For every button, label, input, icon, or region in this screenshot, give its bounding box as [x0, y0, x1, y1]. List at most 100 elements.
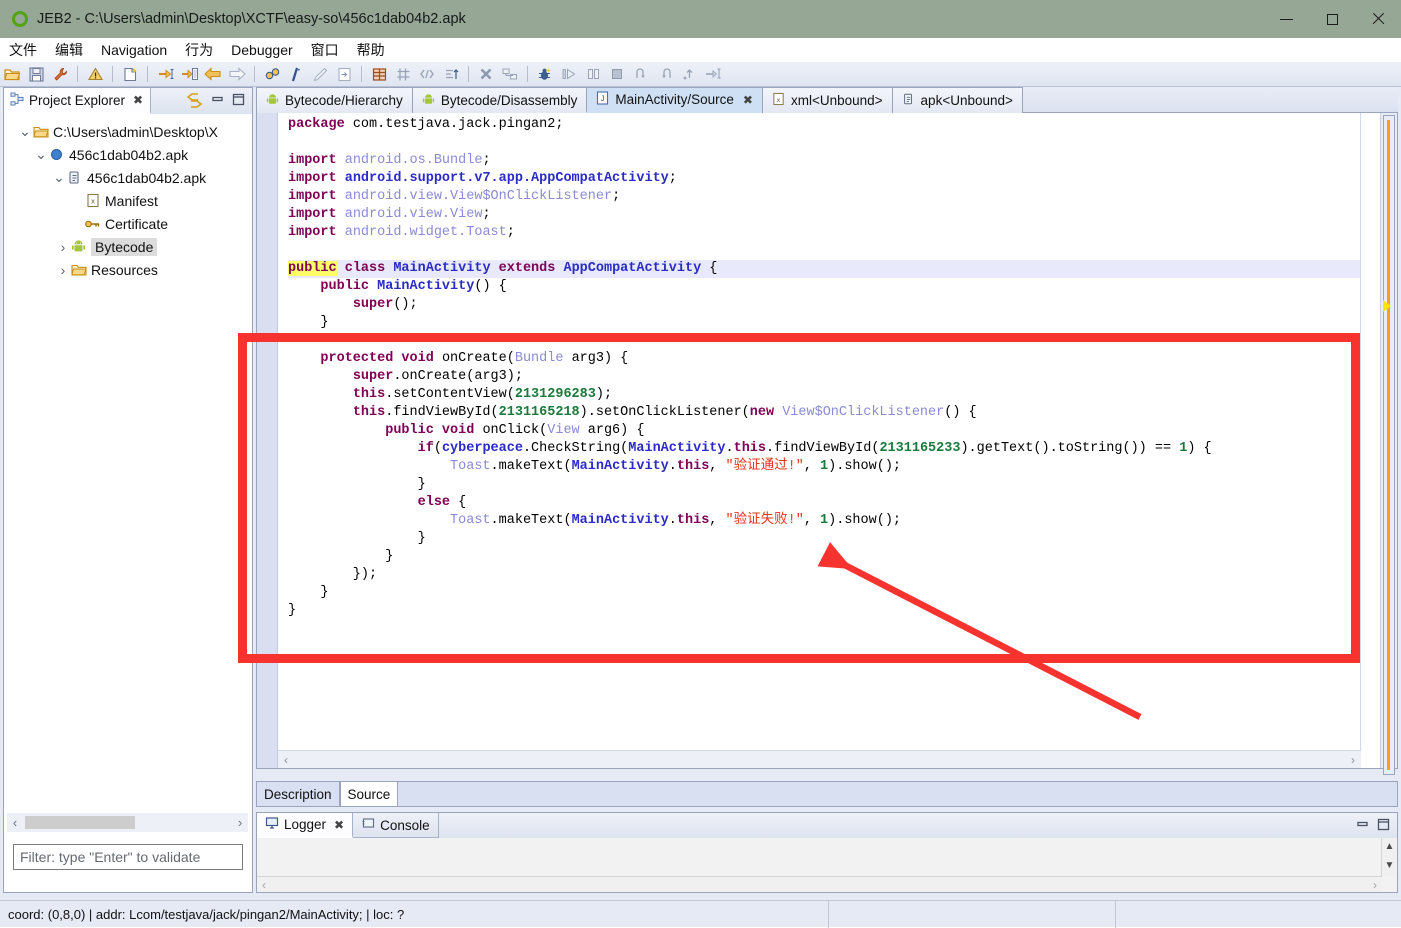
tab-description[interactable]: Description: [257, 782, 340, 806]
scroll-left-icon[interactable]: ‹: [262, 878, 266, 892]
warning-icon[interactable]: [84, 64, 106, 85]
filter-placeholder-text: Filter: type "Enter" to validate: [20, 849, 200, 865]
menu-action[interactable]: 行为: [176, 38, 222, 62]
maximize-icon[interactable]: [1377, 818, 1390, 834]
tree-node-manifest[interactable]: x Manifest: [4, 189, 252, 212]
forward-arrow-icon[interactable]: [226, 64, 248, 85]
close-icon[interactable]: ✖: [334, 818, 344, 832]
gears-icon[interactable]: [261, 64, 283, 85]
step-into-icon[interactable]: [154, 64, 176, 85]
tab-logger[interactable]: Logger ✖: [257, 813, 353, 838]
new-document-icon[interactable]: [119, 64, 141, 85]
code-token: );: [596, 387, 612, 402]
tab-bytecode-hierarchy[interactable]: Bytecode/Hierarchy: [256, 87, 413, 113]
editor-vertical-scrollbar[interactable]: [1380, 113, 1397, 768]
code-token: else: [418, 495, 450, 510]
maximize-button[interactable]: [1309, 0, 1355, 38]
logger-content[interactable]: ▲ ▼ ‹ ›: [257, 838, 1397, 892]
maximize-icon[interactable]: [232, 93, 245, 109]
menu-debugger[interactable]: Debugger: [222, 40, 302, 60]
step-out-icon[interactable]: [678, 64, 700, 85]
logger-horizontal-scrollbar[interactable]: ‹ ›: [257, 876, 1382, 892]
tab-project-explorer[interactable]: Project Explorer ✖: [4, 88, 151, 114]
code-token: () {: [474, 279, 506, 294]
minimize-icon[interactable]: [211, 93, 224, 109]
code-token: ();: [393, 297, 417, 312]
tab-bytecode-disassembly[interactable]: Bytecode/Disassembly: [412, 87, 588, 113]
scroll-right-icon[interactable]: ›: [232, 815, 248, 830]
close-icon[interactable]: ✖: [133, 93, 143, 107]
open-folder-icon[interactable]: [1, 64, 23, 85]
toolbar-separator: [112, 66, 113, 82]
step-over-icon[interactable]: [178, 64, 200, 85]
step-return-icon[interactable]: [630, 64, 652, 85]
scroll-left-icon[interactable]: ‹: [284, 753, 288, 767]
scroll-down-icon[interactable]: ▼: [1385, 860, 1395, 871]
tab-mainactivity-source[interactable]: J MainActivity/Source ✖: [586, 87, 763, 113]
step-back-icon[interactable]: [654, 64, 676, 85]
tree-node-bytecode[interactable]: › Bytecode: [4, 235, 252, 258]
menu-help[interactable]: 帮助: [348, 38, 394, 62]
terminate-icon[interactable]: [606, 64, 628, 85]
tab-xml-unbound[interactable]: x xml<Unbound>: [762, 87, 893, 113]
tab-source[interactable]: Source: [340, 782, 399, 806]
tree-node-apk-project[interactable]: ⌄ 456c1dab04b2.apk: [4, 143, 252, 166]
project-explorer-hscrollbar[interactable]: ‹ ›: [7, 813, 248, 832]
comment-icon[interactable]: [285, 64, 307, 85]
code-token: android.view.View$OnClickListener: [345, 189, 612, 204]
debug-bug-icon[interactable]: [534, 64, 556, 85]
editor-gutter[interactable]: [257, 113, 278, 768]
tree-node-certificate[interactable]: Certificate: [4, 212, 252, 235]
scroll-right-icon[interactable]: ›: [1351, 753, 1355, 767]
resume-icon[interactable]: [558, 64, 580, 85]
minimize-button[interactable]: [1263, 0, 1309, 38]
wrench-icon[interactable]: [49, 64, 71, 85]
filter-input[interactable]: Filter: type "Enter" to validate: [13, 844, 243, 870]
back-arrow-icon[interactable]: [202, 64, 224, 85]
table-icon[interactable]: [368, 64, 390, 85]
vscroll-thumb[interactable]: [1383, 115, 1395, 775]
scroll-left-icon[interactable]: ‹: [7, 815, 23, 830]
tree-node-apk-unit[interactable]: ⌄ 456c1dab04b2.apk: [4, 166, 252, 189]
project-explorer-panel: Project Explorer ✖: [3, 87, 253, 893]
minimize-icon[interactable]: [1356, 818, 1369, 834]
status-cell-middle: [829, 901, 1115, 928]
hscroll-thumb[interactable]: [25, 816, 135, 829]
tab-console[interactable]: Console: [353, 813, 439, 838]
pause-icon[interactable]: [582, 64, 604, 85]
code-token: (: [434, 441, 442, 456]
menu-window[interactable]: 窗口: [302, 38, 348, 62]
link-arrows-icon[interactable]: [186, 92, 203, 111]
code-brackets-icon[interactable]: [416, 64, 438, 85]
chevron-down-icon[interactable]: ⌄: [18, 125, 32, 139]
tab-apk-unbound[interactable]: apk<Unbound>: [892, 87, 1023, 113]
chevron-down-icon[interactable]: ⌄: [52, 171, 66, 185]
code-line: [288, 332, 1361, 350]
run-to-line-icon[interactable]: [702, 64, 724, 85]
scroll-right-icon[interactable]: ›: [1373, 878, 1377, 892]
stop-icon[interactable]: [475, 64, 497, 85]
logger-icon: [265, 816, 279, 833]
logger-vertical-scrollbar[interactable]: ▲ ▼: [1381, 838, 1397, 876]
export-icon[interactable]: [333, 64, 355, 85]
tree-node-workspace[interactable]: ⌄ C:\Users\admin\Desktop\X: [4, 120, 252, 143]
grid-icon[interactable]: [392, 64, 414, 85]
scroll-up-icon[interactable]: ▲: [1385, 841, 1395, 852]
chevron-right-icon[interactable]: ›: [56, 263, 70, 277]
chevron-right-icon[interactable]: ›: [56, 240, 70, 254]
source-code-text[interactable]: package com.testjava.jack.pingan2; impor…: [278, 113, 1361, 768]
disconnect-icon[interactable]: [499, 64, 521, 85]
menu-navigation[interactable]: Navigation: [92, 40, 176, 60]
menu-file[interactable]: 文件: [0, 38, 46, 62]
tree-node-resources[interactable]: › Resources: [4, 258, 252, 281]
menu-edit[interactable]: 编辑: [46, 38, 92, 62]
code-token: }: [288, 585, 329, 600]
code-token: MainActivity: [393, 261, 490, 276]
close-icon[interactable]: ✖: [743, 93, 753, 107]
sort-icon[interactable]: [440, 64, 462, 85]
close-button[interactable]: [1355, 0, 1401, 38]
save-icon[interactable]: [25, 64, 47, 85]
chevron-down-icon[interactable]: ⌄: [34, 148, 48, 162]
editor-horizontal-scrollbar[interactable]: ‹ ›: [278, 750, 1361, 768]
pencil-icon[interactable]: [309, 64, 331, 85]
